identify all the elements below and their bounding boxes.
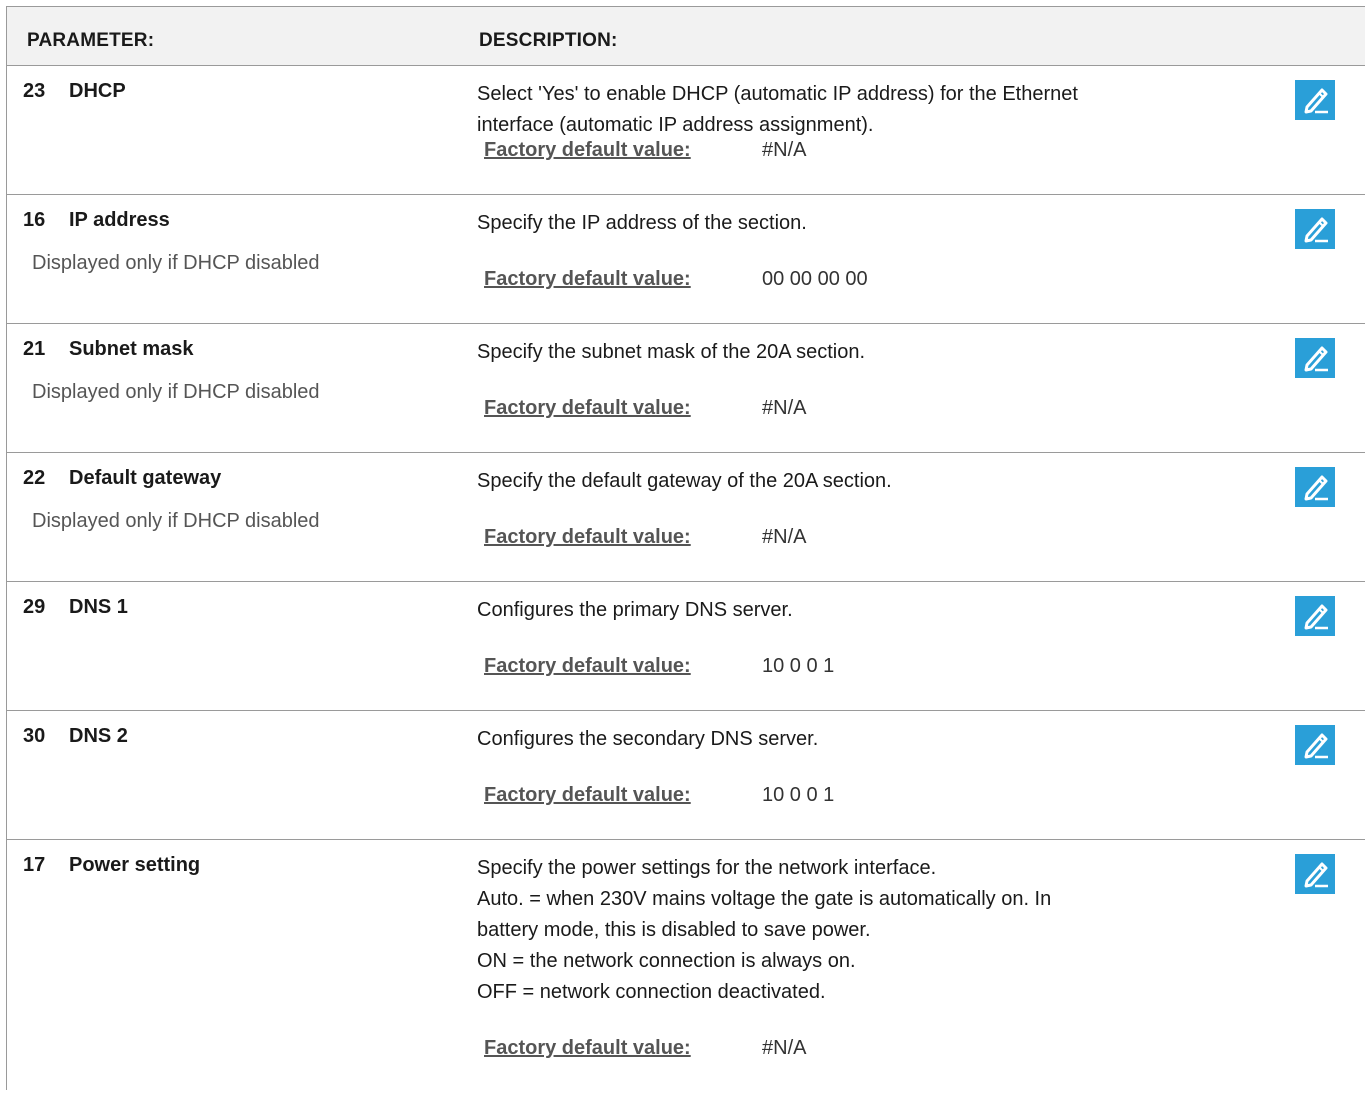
parameter-label: DNS 1 [69, 596, 128, 618]
factory-default: Factory default value: #N/A [484, 526, 806, 549]
edit-pencil-icon[interactable] [1295, 467, 1335, 507]
table-row: 17 Power setting Specify the power settin… [7, 840, 1365, 1090]
parameter-number: 29 [23, 596, 46, 618]
parameter-label: Subnet mask [69, 338, 194, 360]
parameter-description: Configures the primary DNS server. [477, 599, 793, 621]
table-header: PARAMETER: DESCRIPTION: [7, 6, 1365, 66]
parameter-description: Specify the power settings for the netwo… [477, 857, 1052, 1003]
parameter-name: 21 Subnet mask [23, 338, 193, 361]
parameter-number: 16 [23, 209, 46, 231]
edit-pencil-icon[interactable] [1295, 596, 1335, 636]
edit-pencil-icon[interactable] [1295, 80, 1335, 120]
factory-default-label: Factory default value: [484, 397, 691, 419]
table-row: 16 IP address Displayed only if DHCP disa… [7, 195, 1365, 324]
parameter-condition: Displayed only if DHCP disabled [32, 510, 320, 532]
parameter-description: Specify the IP address of the section. [477, 212, 807, 234]
parameter-label: Default gateway [69, 467, 222, 489]
factory-default-label: Factory default value: [484, 526, 691, 548]
factory-default-value: 10 0 0 1 [762, 655, 835, 677]
parameter-label: Power setting [69, 854, 201, 876]
factory-default: Factory default value: 10 0 0 1 [484, 784, 834, 807]
edit-pencil-icon[interactable] [1295, 338, 1335, 378]
parameter-condition: Displayed only if DHCP disabled [32, 381, 320, 403]
factory-default-label: Factory default value: [484, 1037, 691, 1059]
parameter-name: 17 Power setting [23, 854, 200, 877]
factory-default-label: Factory default value: [484, 139, 691, 161]
parameter-description: Select 'Yes' to enable DHCP (automatic I… [477, 83, 1078, 136]
factory-default: Factory default value: #N/A [484, 1037, 806, 1060]
parameter-name: 23 DHCP [23, 80, 126, 103]
table-row: 30 DNS 2 Configures the secondary DNS ser… [7, 711, 1365, 840]
factory-default: Factory default value: 10 0 0 1 [484, 655, 834, 678]
factory-default: Factory default value: 00 00 00 00 [484, 268, 868, 291]
factory-default: Factory default value: #N/A [484, 139, 806, 162]
table-row: 22 Default gateway Displayed only if DHCP… [7, 453, 1365, 582]
factory-default-label: Factory default value: [484, 268, 691, 290]
parameter-number: 23 [23, 80, 46, 102]
factory-default: Factory default value: #N/A [484, 397, 806, 420]
parameter-table: PARAMETER: DESCRIPTION: 23 DHCP Select 'Y… [6, 6, 1365, 1090]
parameter-label: DNS 2 [69, 725, 128, 747]
parameter-description: Configures the secondary DNS server. [477, 728, 819, 750]
parameter-number: 22 [23, 467, 46, 489]
parameter-description: Specify the default gateway of the 20A s… [477, 470, 892, 492]
table-row: 29 DNS 1 Configures the primary DNS serve… [7, 582, 1365, 711]
parameter-name: 30 DNS 2 [23, 725, 128, 748]
parameter-name: 16 IP address [23, 209, 170, 232]
table-row: 23 DHCP Select 'Yes' to enable DHCP (auto… [7, 66, 1365, 195]
factory-default-value: #N/A [762, 397, 807, 419]
parameter-label: IP address [69, 209, 170, 231]
parameter-number: 30 [23, 725, 46, 747]
factory-default-label: Factory default value: [484, 784, 691, 806]
factory-default-value: 10 0 0 1 [762, 784, 835, 806]
factory-default-value: 00 00 00 00 [762, 268, 868, 290]
factory-default-value: #N/A [762, 139, 807, 161]
parameter-name: 22 Default gateway [23, 467, 221, 490]
parameter-column-header: PARAMETER: [27, 30, 155, 51]
edit-pencil-icon[interactable] [1295, 209, 1335, 249]
parameter-description: Specify the subnet mask of the 20A secti… [477, 341, 866, 363]
edit-pencil-icon[interactable] [1295, 854, 1335, 894]
edit-pencil-icon[interactable] [1295, 725, 1335, 765]
parameter-label: DHCP [69, 80, 126, 102]
factory-default-label: Factory default value: [484, 655, 691, 677]
description-column-header: DESCRIPTION: [479, 30, 618, 51]
factory-default-value: #N/A [762, 526, 807, 548]
parameter-condition: Displayed only if DHCP disabled [32, 252, 320, 274]
parameter-name: 29 DNS 1 [23, 596, 128, 619]
parameter-number: 17 [23, 854, 46, 876]
parameter-number: 21 [23, 338, 46, 360]
factory-default-value: #N/A [762, 1037, 807, 1059]
table-row: 21 Subnet mask Displayed only if DHCP dis… [7, 324, 1365, 453]
